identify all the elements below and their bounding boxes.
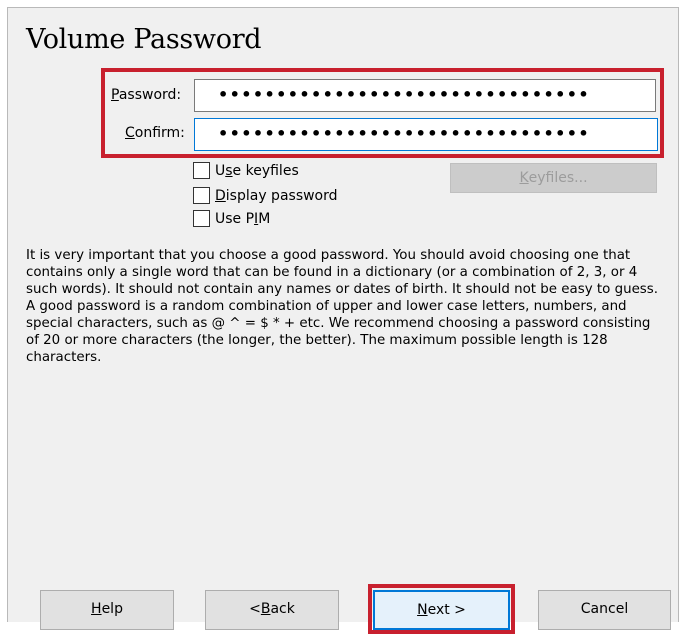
cancel-button[interactable]: Cancel (538, 590, 671, 630)
use-keyfiles-label: Use keyfiles (215, 162, 299, 179)
password-label: Password: (111, 87, 182, 103)
password-advice-text: It is very important that you choose a g… (26, 248, 659, 365)
keyfiles-button[interactable]: Keyfiles... (450, 163, 657, 193)
display-password-option[interactable]: Display password (193, 186, 338, 205)
help-button[interactable]: Help (40, 590, 174, 630)
use-pim-option[interactable]: Use PIM (193, 209, 270, 228)
use-pim-label: Use PIM (215, 210, 271, 227)
confirm-password-field[interactable]: •••••••••••••••••••••••••••••••• (194, 118, 658, 151)
display-password-label: Display password (215, 187, 338, 204)
display-password-checkbox[interactable] (193, 187, 210, 204)
next-highlight-box (368, 584, 515, 634)
confirm-label: Confirm: (125, 125, 185, 141)
use-keyfiles-checkbox[interactable] (193, 162, 210, 179)
use-pim-checkbox[interactable] (193, 210, 210, 227)
page-title: Volume Password (26, 24, 262, 55)
use-keyfiles-option[interactable]: Use keyfiles (193, 161, 299, 180)
back-button[interactable]: < Back (205, 590, 339, 630)
password-field[interactable]: •••••••••••••••••••••••••••••••• (194, 79, 656, 112)
